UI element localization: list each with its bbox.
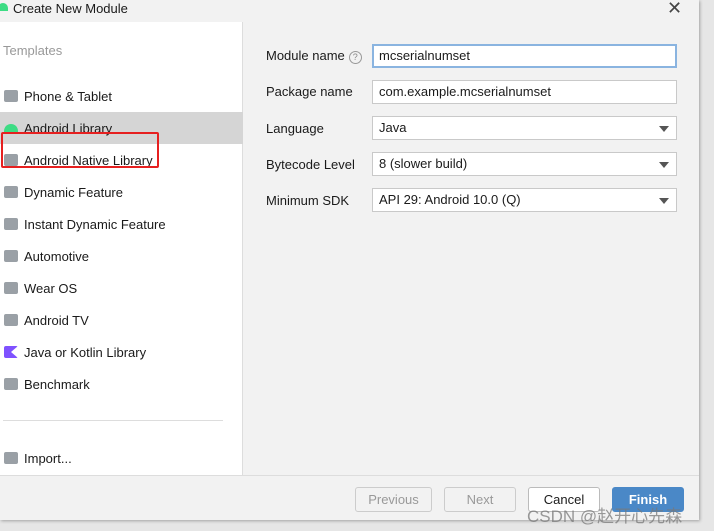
android-studio-icon [0,3,8,11]
car-icon [4,250,18,262]
module-name-label: Module name? [266,48,362,64]
gauge-icon [4,378,18,390]
instant-feature-icon [4,218,18,230]
template-wear-os[interactable]: Wear OS [0,272,243,304]
templates-heading: Templates [3,43,63,58]
package-name-label: Package name [266,84,353,99]
template-phone-tablet[interactable]: Phone & Tablet [0,80,243,112]
template-android-tv[interactable]: Android TV [0,304,243,336]
bytecode-select[interactable]: 8 (slower build) [372,152,677,176]
create-module-dialog: Create New Module ✕ Templates Phone & Ta… [0,0,699,520]
tv-icon [4,314,18,326]
phone-tablet-icon [4,90,18,102]
template-dynamic-feature[interactable]: Dynamic Feature [0,176,243,208]
module-name-input[interactable]: mcserialnumset [372,44,677,68]
next-button[interactable]: Next [444,487,516,512]
close-button[interactable]: ✕ [667,0,682,19]
dynamic-feature-icon [4,186,18,198]
min-sdk-label: Minimum SDK [266,193,350,208]
title-bar: Create New Module ✕ [0,0,699,21]
min-sdk-select[interactable]: API 29: Android 10.0 (Q) [372,188,677,212]
previous-button[interactable]: Previous [355,487,432,512]
highlight-annotation [1,132,159,168]
bytecode-label: Bytecode Level [266,157,355,172]
language-select[interactable]: Java [372,116,677,140]
template-java-kotlin-library[interactable]: Java or Kotlin Library [0,336,243,368]
template-instant-dynamic-feature[interactable]: Instant Dynamic Feature [0,208,243,240]
language-label: Language [266,121,324,136]
watermark: CSDN @赵开心先森 [527,507,683,526]
android-icon [4,124,18,132]
template-benchmark[interactable]: Benchmark [0,368,243,400]
import-icon [4,452,18,464]
import-button[interactable]: Import... [0,442,243,474]
kotlin-icon [4,346,18,358]
dialog-title: Create New Module [13,1,128,16]
help-icon[interactable]: ? [348,51,362,64]
template-automotive[interactable]: Automotive [0,240,243,272]
package-name-input[interactable]: com.example.mcserialnumset [372,80,677,104]
watch-icon [4,282,18,294]
templates-panel: Templates Phone & Tablet Android Library… [0,22,243,475]
divider [3,420,223,421]
